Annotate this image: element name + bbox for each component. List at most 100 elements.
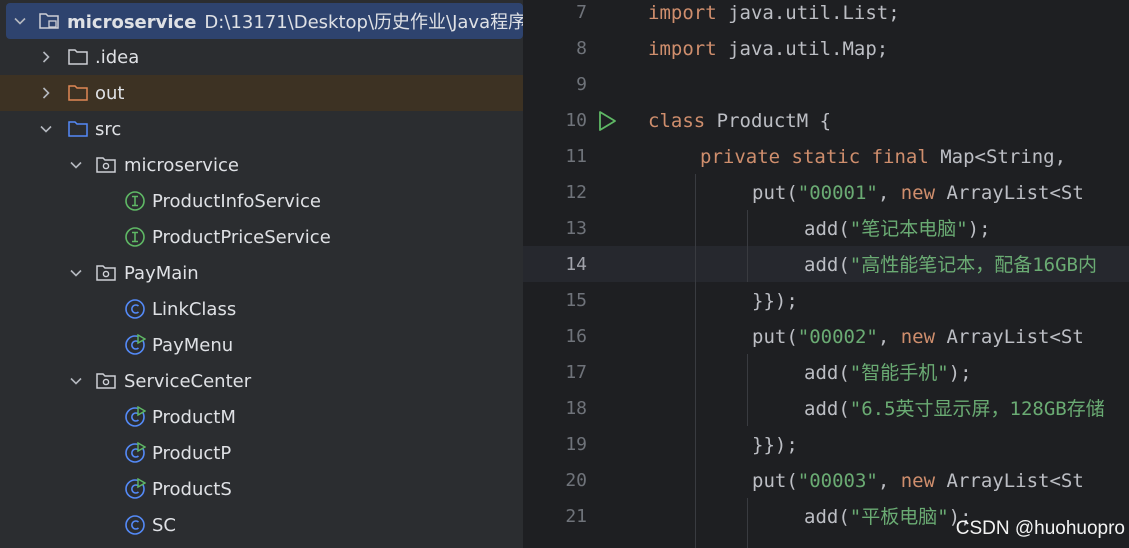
code-line-18[interactable]: add("6.5英寸显示屏，128GB存储 bbox=[804, 391, 1105, 427]
code-text: , bbox=[877, 182, 901, 204]
chevron-right-icon[interactable] bbox=[36, 83, 56, 103]
indent-guide bbox=[747, 498, 748, 548]
tree-item-sc[interactable]: SC bbox=[0, 507, 523, 543]
source-folder-icon bbox=[67, 118, 89, 140]
package-icon bbox=[95, 370, 117, 392]
string-literal: "平板电脑" bbox=[849, 506, 949, 528]
indent-guide bbox=[747, 210, 748, 282]
tree-item-src[interactable]: src bbox=[0, 111, 523, 147]
tree-item-productinfoservice[interactable]: ProductInfoService bbox=[0, 183, 523, 219]
line-number: 12 bbox=[565, 182, 587, 203]
code-text: ArrayList<St bbox=[935, 182, 1084, 204]
line-number: 11 bbox=[565, 146, 587, 167]
keyword: new bbox=[900, 182, 936, 204]
code-text: ); bbox=[967, 218, 991, 240]
run-gutter-icon[interactable] bbox=[597, 110, 616, 131]
class-icon bbox=[124, 514, 146, 536]
line-number: 21 bbox=[565, 506, 587, 527]
keyword: new bbox=[900, 470, 936, 492]
runnable-class-icon bbox=[124, 478, 146, 500]
tree-root-microservice[interactable]: microservice D:\13171\Desktop\历史作业\Java程序… bbox=[6, 3, 523, 39]
code-text: put( bbox=[752, 326, 798, 348]
code-line-8[interactable]: import java.util.Map; bbox=[648, 31, 888, 67]
chevron-down-icon[interactable] bbox=[66, 371, 86, 391]
code-line-11[interactable]: private static final Map<String, bbox=[700, 139, 1066, 175]
tree-item-productp[interactable]: ProductP bbox=[0, 435, 523, 471]
tree-item-paymenu[interactable]: PayMenu bbox=[0, 327, 523, 363]
code-text: java.util.Map; bbox=[716, 38, 889, 60]
chevron-down-icon[interactable] bbox=[10, 11, 30, 31]
tree-item-label: ProductS bbox=[152, 478, 232, 500]
code-text: }}); bbox=[752, 290, 798, 312]
code-text: put( bbox=[752, 470, 798, 492]
line-number: 19 bbox=[565, 434, 587, 455]
interface-icon bbox=[124, 226, 146, 248]
chevron-down-icon[interactable] bbox=[36, 119, 56, 139]
code-text: ArrayList<St bbox=[935, 326, 1084, 348]
code-line-13[interactable]: add("笔记本电脑"); bbox=[804, 211, 991, 247]
root-module-path: D:\13171\Desktop\历史作业\Java程序设 bbox=[204, 12, 523, 33]
tree-item-label: ProductP bbox=[152, 442, 232, 464]
tree-item-label: ProductPriceService bbox=[152, 226, 331, 248]
package-icon bbox=[95, 154, 117, 176]
tree-item-label: out bbox=[95, 82, 125, 104]
code-line-7[interactable]: import java.util.List; bbox=[648, 0, 900, 31]
keyword: class bbox=[648, 110, 706, 132]
chevron-down-icon[interactable] bbox=[66, 155, 86, 175]
tree-item-label: ProductInfoService bbox=[152, 190, 321, 212]
code-text: ProductM { bbox=[705, 110, 832, 132]
tree-item-products[interactable]: ProductS bbox=[0, 471, 523, 507]
keyword: new bbox=[900, 326, 936, 348]
runnable-class-icon bbox=[124, 406, 146, 428]
tree-item-package-paymain[interactable]: PayMain bbox=[0, 255, 523, 291]
code-line-21[interactable]: add("平板电脑"); bbox=[804, 499, 972, 535]
string-literal: "00002" bbox=[797, 326, 878, 348]
line-number: 10 bbox=[565, 110, 587, 131]
code-text: }}); bbox=[752, 434, 798, 456]
keyword: import bbox=[648, 38, 717, 60]
code-text: add( bbox=[804, 398, 850, 420]
code-text: Map<String, bbox=[928, 146, 1067, 168]
code-line-12[interactable]: put("00001", new ArrayList<St bbox=[752, 175, 1084, 211]
tree-item-out[interactable]: out bbox=[0, 75, 523, 111]
tree-item-label: ServiceCenter bbox=[124, 370, 252, 392]
string-literal: "6.5英寸显示屏，128GB存储 bbox=[849, 398, 1105, 420]
code-line-15[interactable]: }}); bbox=[752, 283, 798, 319]
code-line-17[interactable]: add("智能手机"); bbox=[804, 355, 972, 391]
chevron-right-icon[interactable] bbox=[36, 47, 56, 67]
tree-item-idea[interactable]: .idea bbox=[0, 39, 523, 75]
string-literal: "高性能笔记本，配备16GB内 bbox=[849, 254, 1097, 276]
code-line-20[interactable]: put("00003", new ArrayList<St bbox=[752, 463, 1084, 499]
tree-item-package-servicecenter[interactable]: ServiceCenter bbox=[0, 363, 523, 399]
line-number: 7 bbox=[576, 2, 587, 23]
tree-item-label: ProductM bbox=[152, 406, 236, 428]
tree-item-productm[interactable]: ProductM bbox=[0, 399, 523, 435]
chevron-down-icon[interactable] bbox=[66, 263, 86, 283]
string-literal: "笔记本电脑" bbox=[849, 218, 968, 240]
code-editor[interactable]: 7 8 9 10 11 12 13 14 15 16 17 18 19 20 2… bbox=[523, 0, 1129, 548]
indent-guide bbox=[747, 354, 748, 426]
code-text: put( bbox=[752, 182, 798, 204]
class-icon bbox=[124, 298, 146, 320]
line-number: 18 bbox=[565, 398, 587, 419]
string-literal: "智能手机" bbox=[849, 362, 949, 384]
tree-item-label: LinkClass bbox=[152, 298, 237, 320]
code-line-16[interactable]: put("00002", new ArrayList<St bbox=[752, 319, 1084, 355]
package-icon bbox=[95, 262, 117, 284]
code-line-14[interactable]: add("高性能笔记本，配备16GB内 bbox=[804, 247, 1097, 283]
tree-item-linkclass[interactable]: LinkClass bbox=[0, 291, 523, 327]
excluded-folder-icon bbox=[67, 82, 89, 104]
root-module-name: microservice bbox=[67, 12, 197, 33]
watermark: CSDN @huohuopro bbox=[955, 518, 1125, 539]
tree-item-productpriceservice[interactable]: ProductPriceService bbox=[0, 219, 523, 255]
tree-item-label: SC bbox=[152, 514, 176, 536]
keyword: private static final bbox=[700, 146, 929, 168]
code-line-19[interactable]: }}); bbox=[752, 427, 798, 463]
line-number: 9 bbox=[576, 74, 587, 95]
tree-item-package-microservice[interactable]: microservice bbox=[0, 147, 523, 183]
line-number: 20 bbox=[565, 470, 587, 491]
code-text: ); bbox=[948, 362, 972, 384]
tree-item-label: src bbox=[95, 118, 122, 140]
project-tree[interactable]: microservice D:\13171\Desktop\历史作业\Java程序… bbox=[0, 0, 523, 548]
code-line-10[interactable]: class ProductM { bbox=[648, 103, 831, 139]
